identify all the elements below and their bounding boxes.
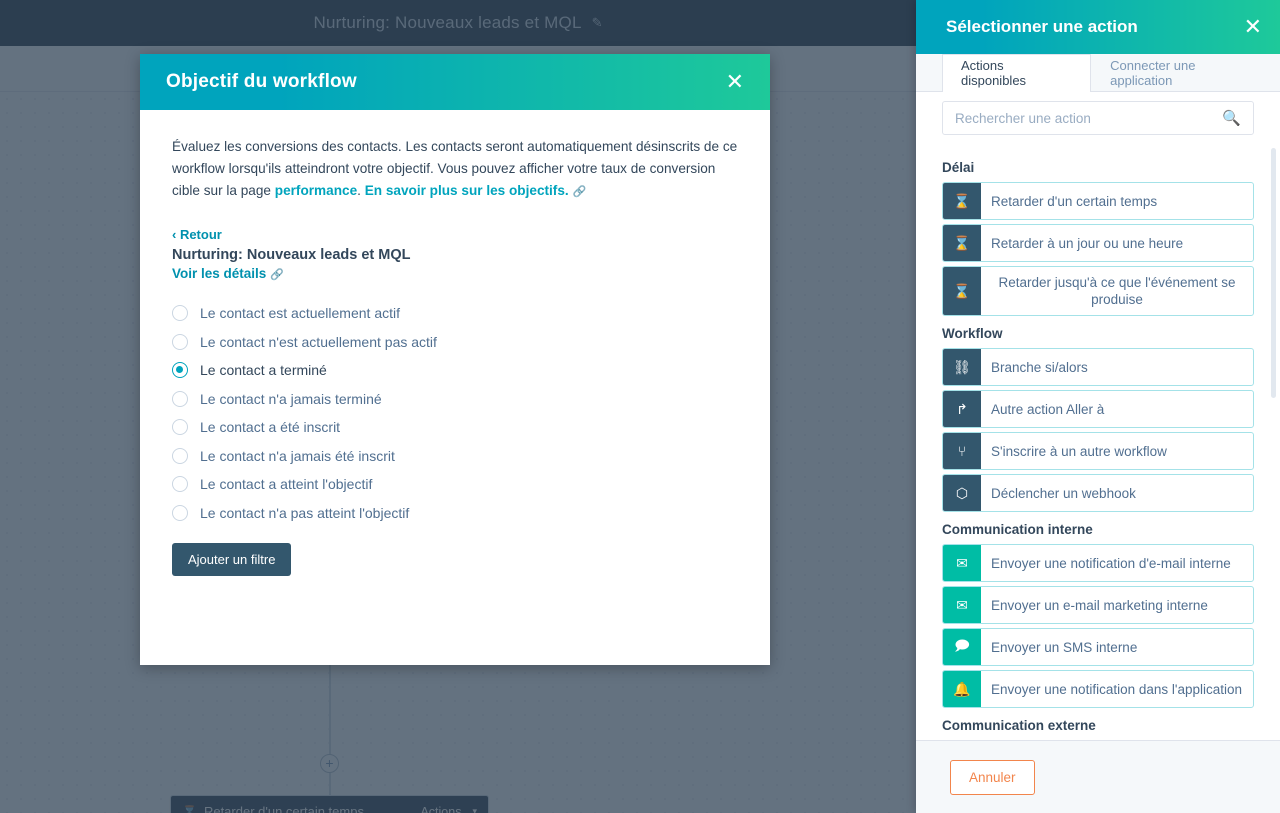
action-list[interactable]: Délai ⌛ Retarder d'un certain temps ⌛ Retard… xyxy=(916,144,1280,740)
action-group-title: Communication interne xyxy=(942,522,1093,537)
action-item-label: S'inscrire à un autre workflow xyxy=(991,443,1167,459)
radio-button-icon[interactable] xyxy=(172,419,188,436)
learn-more-link[interactable]: En savoir plus sur les objectifs. xyxy=(365,183,569,198)
action-item-label: Retarder d'un certain temps xyxy=(991,193,1158,209)
radio-button-icon[interactable] xyxy=(172,305,188,322)
action-item[interactable]: 🗩 Envoyer un SMS interne xyxy=(942,628,1254,666)
goal-option-row[interactable]: Le contact a terminé xyxy=(172,356,738,385)
action-item-label: Retarder jusqu'à ce que l'événement se p… xyxy=(998,275,1236,307)
chat-icon: 🗩 xyxy=(943,629,981,665)
action-item-label: Autre action Aller à xyxy=(991,401,1105,417)
search-icon[interactable]: 🔍 xyxy=(1222,109,1241,127)
scrollbar[interactable] xyxy=(1271,148,1276,398)
goal-description-text-2: . xyxy=(357,183,365,198)
goal-option-row[interactable]: Le contact a atteint l'objectif xyxy=(172,470,738,499)
action-panel-header: Sélectionner une action ✕ xyxy=(916,0,1280,54)
goal-option-list: Le contact est actuellement actif Le cont… xyxy=(172,299,738,527)
enroll-icon: ⑂ xyxy=(943,433,981,469)
goal-description: Évaluez les conversions des contacts. Le… xyxy=(172,136,738,203)
action-item-label: Envoyer un e-mail marketing interne xyxy=(991,597,1208,613)
radio-button-icon[interactable] xyxy=(172,333,188,350)
action-item[interactable]: ⌛ Retarder jusqu'à ce que l'événement se … xyxy=(942,266,1254,316)
envelope-icon: ✉ xyxy=(943,545,981,581)
action-item-label: Envoyer un SMS interne xyxy=(991,639,1138,655)
hourglass-icon: ⌛ xyxy=(943,183,981,219)
external-link-icon: 🔗 xyxy=(270,269,284,281)
hourglass-icon: ⌛ xyxy=(943,225,981,261)
action-item[interactable]: ✉ Envoyer une notification d'e-mail inter… xyxy=(942,544,1254,582)
action-item[interactable]: ↱ Autre action Aller à xyxy=(942,390,1254,428)
external-link-icon[interactable]: 🔗 xyxy=(572,186,586,198)
goal-option-row[interactable]: Le contact n'est actuellement pas actif xyxy=(172,328,738,357)
radio-button-icon[interactable] xyxy=(172,476,188,493)
goal-option-row[interactable]: Le contact est actuellement actif xyxy=(172,299,738,328)
cancel-button[interactable]: Annuler xyxy=(950,759,1035,795)
goal-option-label: Le contact n'a jamais été inscrit xyxy=(200,447,395,464)
goal-option-row[interactable]: Le contact a été inscrit xyxy=(172,413,738,442)
goal-option-label: Le contact a atteint l'objectif xyxy=(200,476,373,493)
action-item[interactable]: ⛓ Branche si/alors xyxy=(942,348,1254,386)
action-item-label: Retarder à un jour ou une heure xyxy=(991,235,1184,251)
radio-button-icon[interactable] xyxy=(172,390,188,407)
goal-option-row[interactable]: Le contact n'a jamais été inscrit xyxy=(172,442,738,471)
action-item[interactable]: ✉ Envoyer un e-mail marketing interne xyxy=(942,586,1254,624)
goal-option-label: Le contact a terminé xyxy=(200,362,327,379)
envelope-icon: ✉ xyxy=(943,587,981,623)
goal-modal: Objectif du workflow ✕ Évaluez les conve… xyxy=(140,54,770,665)
action-panel-tabs: Actions disponibles Connecter une applic… xyxy=(916,54,1280,92)
action-item-label: Envoyer une notification d'e-mail intern… xyxy=(991,555,1231,571)
goal-option-label: Le contact n'a pas atteint l'objectif xyxy=(200,504,410,521)
select-action-panel: Sélectionner une action ✕ Actions dispon… xyxy=(916,0,1280,813)
action-item-label: Envoyer une notification dans l'applicat… xyxy=(991,681,1242,697)
goto-icon: ↱ xyxy=(943,391,981,427)
action-item-label: Branche si/alors xyxy=(991,359,1088,375)
branch-icon: ⛓ xyxy=(943,349,981,385)
close-icon[interactable]: ✕ xyxy=(726,71,744,93)
close-icon[interactable]: ✕ xyxy=(1244,16,1262,38)
goal-modal-header: Objectif du workflow ✕ xyxy=(140,54,770,110)
tab-connect-app[interactable]: Connecter une application xyxy=(1091,54,1280,91)
goal-modal-title: Objectif du workflow xyxy=(166,71,357,92)
tab-available-actions[interactable]: Actions disponibles xyxy=(942,54,1092,92)
action-search-box[interactable]: 🔍 xyxy=(942,101,1254,135)
selected-goal-name: Nurturing: Nouveaux leads et MQL xyxy=(172,247,411,263)
radio-button-icon[interactable] xyxy=(172,362,188,379)
bell-icon: 🔔 xyxy=(943,671,981,707)
action-panel-title: Sélectionner une action xyxy=(946,17,1138,36)
goal-option-label: Le contact n'est actuellement pas actif xyxy=(200,333,437,350)
action-panel-footer: Annuler xyxy=(916,740,1280,813)
hourglass-icon: ⌛ xyxy=(943,267,981,315)
view-details-link[interactable]: Voir les détails 🔗 xyxy=(172,266,284,281)
action-item[interactable]: ⑂ S'inscrire à un autre workflow xyxy=(942,432,1254,470)
goal-option-label: Le contact est actuellement actif xyxy=(200,305,400,322)
goal-option-label: Le contact n'a jamais terminé xyxy=(200,390,382,407)
webhook-cube-icon: ⬡ xyxy=(943,475,981,511)
action-group-title: Workflow xyxy=(942,326,1003,341)
action-group-title: Communication externe xyxy=(942,718,1096,733)
search-input[interactable] xyxy=(955,110,1223,126)
back-link[interactable]: ‹ Retour xyxy=(172,227,222,242)
action-item[interactable]: ⌛ Retarder à un jour ou une heure xyxy=(942,224,1254,262)
view-details-label: Voir les détails xyxy=(172,266,267,281)
goal-option-row[interactable]: Le contact n'a pas atteint l'objectif xyxy=(172,499,738,528)
action-item-label: Déclencher un webhook xyxy=(991,485,1136,501)
action-item[interactable]: 🔔 Envoyer une notification dans l'applica… xyxy=(942,670,1254,708)
goal-modal-body: Évaluez les conversions des contacts. Le… xyxy=(140,110,770,576)
action-item[interactable]: ⬡ Déclencher un webhook xyxy=(942,474,1254,512)
add-filter-button[interactable]: Ajouter un filtre xyxy=(172,543,292,576)
radio-button-icon[interactable] xyxy=(172,504,188,521)
goal-option-row[interactable]: Le contact n'a jamais terminé xyxy=(172,385,738,414)
action-search-wrapper: 🔍 xyxy=(916,92,1280,144)
action-item[interactable]: ⌛ Retarder d'un certain temps xyxy=(942,182,1254,220)
goal-option-label: Le contact a été inscrit xyxy=(200,419,341,436)
performance-link[interactable]: performance xyxy=(275,183,357,198)
action-group-title: Délai xyxy=(942,160,975,175)
radio-button-icon[interactable] xyxy=(172,447,188,464)
